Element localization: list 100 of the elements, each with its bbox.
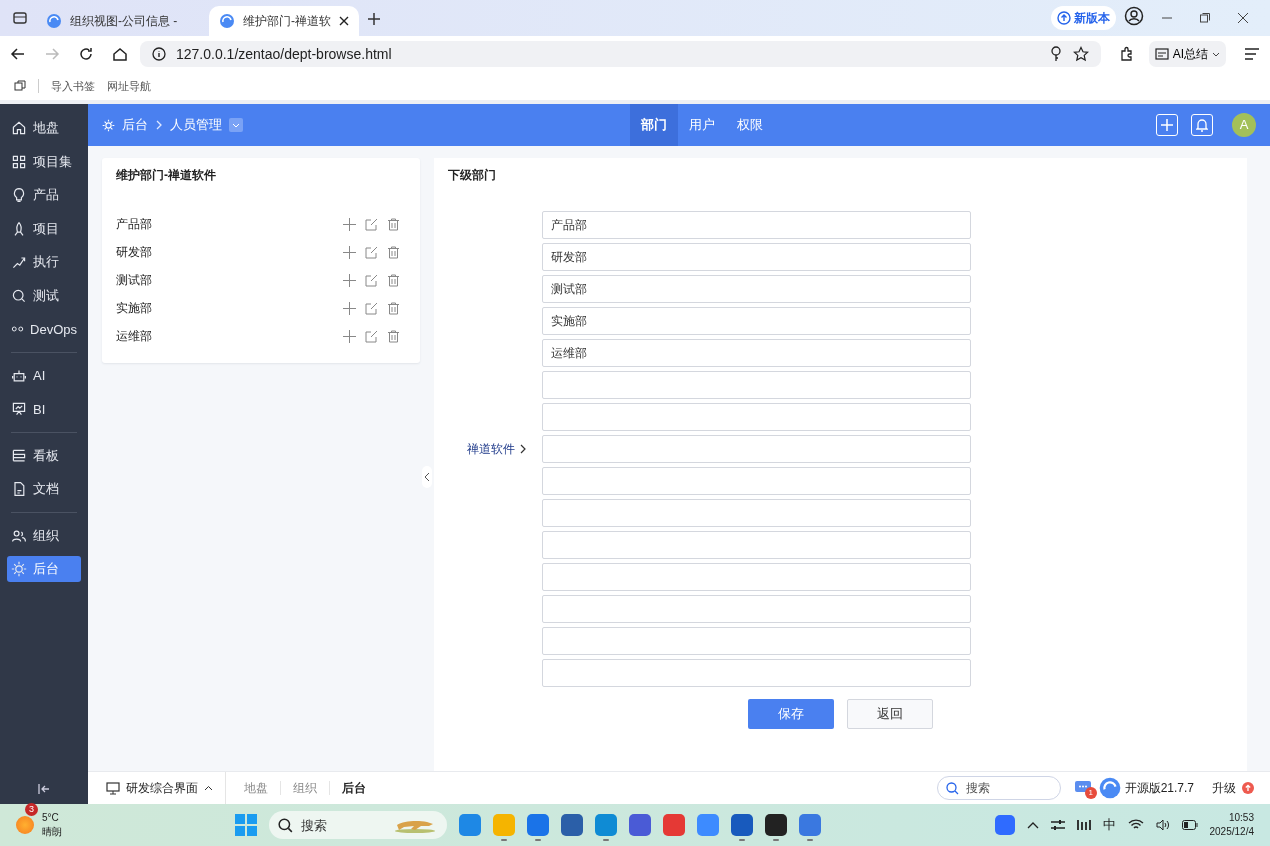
department-input[interactable] bbox=[542, 627, 971, 655]
upgrade-icon[interactable] bbox=[1242, 782, 1254, 794]
tab-collection-icon[interactable] bbox=[14, 80, 26, 92]
bars-icon[interactable] bbox=[1076, 819, 1091, 831]
sidebar-item[interactable]: 地盘 bbox=[7, 115, 81, 141]
sidebar-item[interactable]: 项目 bbox=[7, 215, 81, 242]
restore-icon[interactable] bbox=[1199, 12, 1211, 24]
upgrade-link[interactable]: 升级 bbox=[1212, 779, 1236, 797]
bookmark-link[interactable]: 导入书签 bbox=[51, 78, 95, 94]
search-field[interactable]: 搜索 bbox=[936, 776, 1061, 800]
new-version-button[interactable]: 新版本 bbox=[1051, 6, 1116, 30]
collapse-icon[interactable] bbox=[38, 783, 50, 795]
department-input[interactable] bbox=[542, 531, 971, 559]
move-icon[interactable] bbox=[343, 301, 356, 315]
department-name[interactable]: 运维部 bbox=[116, 327, 152, 345]
department-input[interactable] bbox=[542, 659, 971, 687]
back-button[interactable]: 返回 bbox=[847, 699, 933, 729]
nav-tab[interactable]: 用户 bbox=[678, 104, 726, 146]
department-name[interactable]: 研发部 bbox=[116, 243, 152, 261]
department-input[interactable] bbox=[542, 595, 971, 623]
close-icon[interactable] bbox=[1237, 12, 1249, 24]
weather-icon[interactable] bbox=[16, 816, 34, 834]
message-icon[interactable] bbox=[1074, 781, 1091, 795]
sidebar-item[interactable]: 文档 bbox=[7, 476, 81, 502]
department-input[interactable] bbox=[542, 563, 971, 591]
sidebar-item[interactable]: BI bbox=[7, 396, 81, 422]
department-input[interactable]: 研发部 bbox=[542, 243, 971, 271]
taskbar-search-field[interactable]: 搜索 bbox=[269, 811, 448, 839]
nav-tab[interactable]: 权限 bbox=[726, 104, 774, 146]
bookmark-link[interactable]: 网址导航 bbox=[107, 78, 151, 94]
browser-tab[interactable]: 维护部门-禅道软 bbox=[209, 6, 359, 36]
department-input[interactable] bbox=[542, 467, 971, 495]
department-input[interactable]: 运维部 bbox=[542, 339, 971, 367]
app-tab[interactable]: 地盘 bbox=[232, 779, 280, 797]
move-icon[interactable] bbox=[343, 245, 356, 259]
clock-date[interactable]: 2025/12/4 bbox=[1209, 825, 1254, 839]
edit-icon[interactable] bbox=[365, 273, 378, 287]
department-input[interactable]: 实施部 bbox=[542, 307, 971, 335]
dropdown-icon[interactable] bbox=[229, 118, 243, 132]
delete-icon[interactable] bbox=[387, 301, 400, 315]
delete-icon[interactable] bbox=[387, 217, 400, 231]
nav-tab[interactable]: 部门 bbox=[630, 104, 678, 146]
sidebar-item[interactable]: 测试 bbox=[7, 282, 81, 309]
tab-list-icon[interactable] bbox=[12, 10, 28, 26]
ai-summary-button[interactable]: AI总结 bbox=[1148, 41, 1226, 67]
input-method-indicator[interactable]: 中 bbox=[1102, 816, 1116, 834]
department-input[interactable]: 测试部 bbox=[542, 275, 971, 303]
delete-icon[interactable] bbox=[387, 273, 400, 287]
sliders-icon[interactable] bbox=[1050, 819, 1065, 831]
edit-icon[interactable] bbox=[365, 329, 378, 343]
back-icon[interactable] bbox=[10, 46, 26, 62]
sidebar-item[interactable]: 执行 bbox=[7, 249, 81, 275]
reload-icon[interactable] bbox=[78, 46, 94, 62]
department-input[interactable] bbox=[542, 435, 971, 463]
department-input[interactable] bbox=[542, 371, 971, 399]
key-icon[interactable] bbox=[1048, 46, 1063, 62]
start-icon[interactable] bbox=[235, 814, 258, 836]
close-icon[interactable] bbox=[339, 16, 349, 26]
breadcrumb-link[interactable]: 后台 bbox=[122, 116, 148, 134]
battery-icon[interactable] bbox=[1181, 820, 1198, 830]
move-icon[interactable] bbox=[343, 329, 356, 343]
volume-icon[interactable] bbox=[1155, 819, 1170, 831]
info-icon[interactable] bbox=[152, 47, 166, 61]
department-name[interactable]: 产品部 bbox=[116, 215, 152, 233]
profile-icon[interactable] bbox=[1124, 6, 1144, 26]
edit-icon[interactable] bbox=[365, 217, 378, 231]
browser-tab[interactable]: 组织视图-公司信息 - bbox=[36, 6, 201, 36]
app-tab[interactable]: 组织 bbox=[281, 779, 329, 797]
clock-time[interactable]: 10:53 bbox=[1228, 811, 1254, 825]
sidebar-item[interactable]: 后台 bbox=[7, 556, 81, 582]
ai-app-icon[interactable] bbox=[994, 815, 1015, 835]
home-icon[interactable] bbox=[112, 46, 128, 62]
sidebar-item[interactable]: 看板 bbox=[7, 442, 81, 469]
sidebar-item[interactable]: DevOps bbox=[7, 316, 81, 342]
sidebar-item[interactable]: AI bbox=[7, 362, 81, 389]
department-input[interactable] bbox=[542, 403, 971, 431]
sidebar-item[interactable]: 组织 bbox=[7, 522, 81, 549]
department-input[interactable]: 产品部 bbox=[542, 211, 971, 239]
move-icon[interactable] bbox=[343, 217, 356, 231]
menu-icon[interactable] bbox=[1244, 47, 1260, 61]
app-tab[interactable]: 后台 bbox=[330, 779, 378, 797]
save-button[interactable]: 保存 bbox=[748, 699, 834, 729]
extensions-icon[interactable] bbox=[1118, 46, 1135, 62]
add-button[interactable] bbox=[1156, 114, 1178, 136]
edit-icon[interactable] bbox=[365, 245, 378, 259]
address-field[interactable]: 127.0.0.1/zentao/dept-browse.html bbox=[140, 41, 1101, 67]
department-name[interactable]: 实施部 bbox=[116, 299, 152, 317]
department-name[interactable]: 测试部 bbox=[116, 271, 152, 289]
notification-button[interactable] bbox=[1191, 114, 1213, 136]
move-icon[interactable] bbox=[343, 273, 356, 287]
delete-icon[interactable] bbox=[387, 245, 400, 259]
parent-department-link[interactable]: 禅道软件 bbox=[467, 440, 515, 458]
star-icon[interactable] bbox=[1072, 46, 1089, 62]
department-input[interactable] bbox=[542, 499, 971, 527]
caret-up-icon[interactable] bbox=[1026, 821, 1039, 829]
new-tab-icon[interactable] bbox=[367, 12, 381, 26]
sidebar-item[interactable]: 产品 bbox=[7, 182, 81, 208]
wifi-icon[interactable] bbox=[1127, 819, 1144, 831]
collapse-handle[interactable] bbox=[422, 466, 432, 488]
workspace-menu[interactable]: 研发综合界面 bbox=[88, 779, 219, 797]
